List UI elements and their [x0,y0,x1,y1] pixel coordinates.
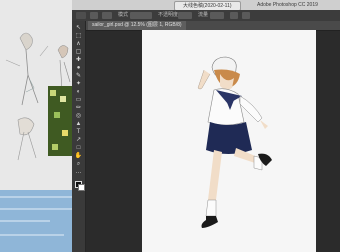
mode-label: 模式 [118,12,129,18]
dodge-tool-icon[interactable]: ▲ [74,121,83,128]
gradient-tool-icon[interactable]: ◎ [74,113,83,120]
tools-panel: ↖ ⬚ ∧ ▢ ✚ ● ✎ ✦ ◐ ▭ ✏ ◎ ▲ T ↗ □ ✋ ⌕ … [72,21,86,252]
more-tools-icon[interactable]: … [74,169,83,176]
background-swatch-icon[interactable] [78,184,85,191]
airbrush-icon[interactable] [230,12,238,19]
crop-tool-icon[interactable]: ✚ [74,57,83,64]
lasso-tool-icon[interactable]: ∧ [74,41,83,48]
reference-window [0,0,72,252]
quick-select-tool-icon[interactable]: ▢ [74,49,83,56]
mode-select[interactable] [130,12,152,19]
type-tool-icon[interactable]: T [74,129,83,136]
eraser-tool-icon[interactable]: ✏ [74,105,83,112]
shape-tool-icon[interactable]: □ [74,145,83,152]
home-icon[interactable] [76,12,86,19]
flow-field[interactable] [210,12,224,19]
clone-stamp-tool-icon[interactable]: ◐ [74,89,83,96]
reference-photo [48,86,72,156]
flow-label: 流量 [198,12,209,18]
smoothing-icon[interactable] [242,12,250,19]
document-tab[interactable]: sailor_girl.psd @ 12.5% (图层 1, RGB/8) [88,21,186,30]
move-tool-icon[interactable]: ↖ [74,25,83,32]
history-brush-tool-icon[interactable]: ▭ [74,97,83,104]
eyedropper-tool-icon[interactable]: ● [74,65,83,72]
hand-tool-icon[interactable]: ✋ [74,153,83,160]
brush-size-picker[interactable] [102,12,112,19]
app-title: Adobe Photoshop CC 2019 [257,2,318,8]
zoom-tool-icon[interactable]: ⌕ [74,161,83,168]
reference-ocean-image [0,190,72,252]
canvas[interactable] [142,30,316,252]
brush-tool-icon[interactable]: ✦ [74,81,83,88]
healing-brush-tool-icon[interactable]: ✎ [74,73,83,80]
sailor-girl-illustration [197,56,272,228]
opacity-field[interactable] [178,12,192,19]
path-selection-tool-icon[interactable]: ↗ [74,137,83,144]
brush-preset-picker[interactable] [90,12,98,19]
opacity-label: 不透明度 [158,12,179,18]
marquee-tool-icon[interactable]: ⬚ [74,33,83,40]
